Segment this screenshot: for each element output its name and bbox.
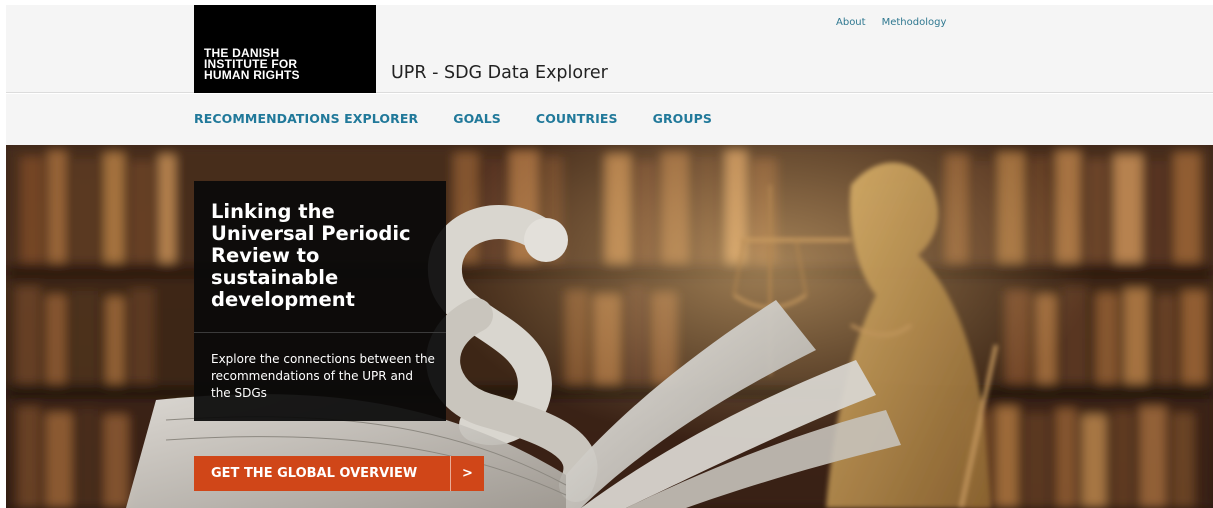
chevron-right-icon: > <box>462 466 473 481</box>
global-overview-label: GET THE GLOBAL OVERVIEW <box>211 466 418 481</box>
site-title[interactable]: UPR - SDG Data Explorer <box>391 63 608 83</box>
nav-item-countries[interactable]: COUNTRIES <box>536 111 618 126</box>
hero-card: Linking the Universal Periodic Review to… <box>194 181 446 421</box>
main-nav: RECOMMENDATIONS EXPLORER GOALS COUNTRIES… <box>194 111 712 126</box>
hero-divider <box>194 332 446 333</box>
header-bar <box>6 5 1213 93</box>
dihr-logo[interactable]: THE DANISH INSTITUTE FOR HUMAN RIGHTS <box>194 5 376 93</box>
global-overview-button[interactable]: GET THE GLOBAL OVERVIEW > <box>194 456 484 491</box>
hero-banner <box>6 145 1213 508</box>
hero-heading: Linking the Universal Periodic Review to… <box>211 200 411 311</box>
hero-subtext: Explore the connections between the reco… <box>211 352 435 400</box>
methodology-link[interactable]: Methodology <box>882 17 947 28</box>
nav-item-recommendations-explorer[interactable]: RECOMMENDATIONS EXPLORER <box>194 111 418 126</box>
hero-background-image <box>6 145 1213 508</box>
nav-item-goals[interactable]: GOALS <box>453 111 501 126</box>
top-links: About Methodology <box>836 17 946 28</box>
nav-item-groups[interactable]: GROUPS <box>653 111 712 126</box>
logo-line-3: HUMAN RIGHTS <box>204 68 300 82</box>
about-link[interactable]: About <box>836 17 866 28</box>
